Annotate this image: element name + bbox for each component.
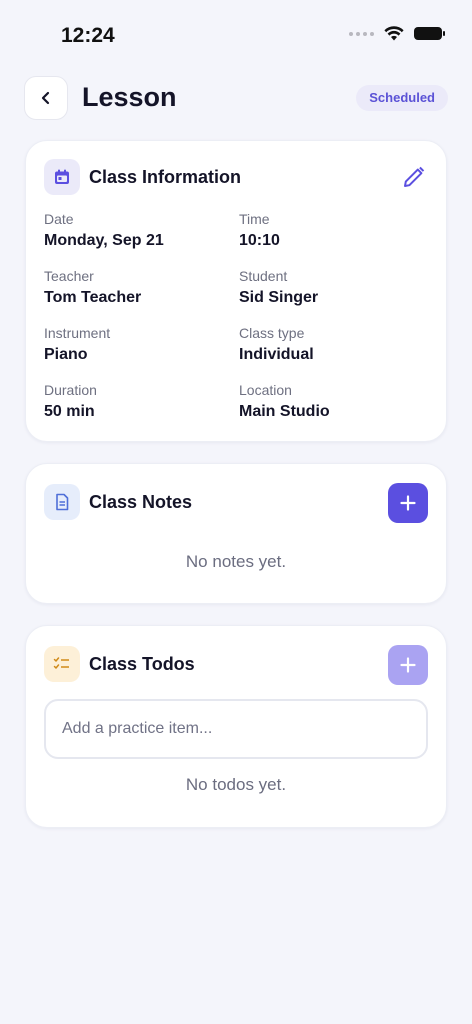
class-notes-card: Class Notes No notes yet. bbox=[25, 463, 447, 604]
info-label: Class type bbox=[239, 325, 305, 341]
info-label: Date bbox=[44, 211, 74, 227]
chevron-left-icon bbox=[41, 91, 50, 105]
wifi-icon bbox=[384, 26, 404, 41]
info-value: Piano bbox=[44, 346, 88, 363]
class-info-grid: Date Monday, Sep 21 Time 10:10 Teacher T… bbox=[44, 211, 430, 421]
card-header: Class Todos bbox=[44, 646, 428, 682]
info-field-teacher: Teacher Tom Teacher bbox=[44, 268, 239, 307]
todos-empty-text: No todos yet. bbox=[185, 775, 287, 794]
info-value: Main Studio bbox=[239, 403, 330, 420]
info-label: Location bbox=[239, 382, 292, 398]
info-label: Instrument bbox=[44, 325, 111, 341]
card-header: Class Notes bbox=[44, 484, 428, 520]
battery-icon bbox=[414, 27, 445, 40]
status-time: 12:24 bbox=[61, 24, 115, 47]
plus-icon bbox=[400, 495, 416, 511]
card-title: Class Todos bbox=[89, 654, 195, 674]
pencil-icon bbox=[404, 166, 425, 187]
checklist-icon bbox=[44, 646, 80, 682]
info-field-duration: Duration 50 min bbox=[44, 382, 239, 421]
notes-empty-text: No notes yet. bbox=[185, 552, 287, 571]
edit-button[interactable] bbox=[402, 165, 426, 189]
back-button[interactable] bbox=[24, 76, 68, 120]
info-field-instrument: Instrument Piano bbox=[44, 325, 239, 364]
signal-icon bbox=[349, 31, 374, 36]
info-value: 10:10 bbox=[239, 232, 280, 249]
plus-icon bbox=[400, 657, 416, 673]
calendar-icon bbox=[44, 159, 80, 195]
page-header: Lesson Scheduled bbox=[24, 76, 448, 120]
info-value: Sid Singer bbox=[239, 289, 319, 306]
document-icon bbox=[44, 484, 80, 520]
card-title: Class Notes bbox=[89, 492, 193, 512]
card-header: Class Information bbox=[44, 159, 428, 195]
info-label: Duration bbox=[44, 382, 97, 398]
info-field-location: Location Main Studio bbox=[239, 382, 430, 421]
info-label: Teacher bbox=[44, 268, 94, 284]
info-field-student: Student Sid Singer bbox=[239, 268, 430, 307]
info-value: Individual bbox=[239, 346, 314, 363]
info-field-time: Time 10:10 bbox=[239, 211, 430, 250]
add-note-button[interactable] bbox=[388, 483, 428, 523]
info-label: Time bbox=[239, 211, 270, 227]
class-todos-card: Class Todos No todos yet. bbox=[25, 625, 447, 828]
info-field-class-type: Class type Individual bbox=[239, 325, 430, 364]
info-value: 50 min bbox=[44, 403, 95, 420]
status-icons bbox=[349, 26, 445, 41]
status-bar: 12:24 bbox=[0, 0, 472, 72]
card-title: Class Information bbox=[89, 167, 242, 187]
add-todo-button[interactable] bbox=[388, 645, 428, 685]
practice-item-input[interactable] bbox=[44, 699, 428, 759]
info-value: Monday, Sep 21 bbox=[44, 232, 164, 249]
info-field-date: Date Monday, Sep 21 bbox=[44, 211, 239, 250]
page-title: Lesson bbox=[82, 82, 177, 112]
class-information-card: Class Information Date Monday, Sep 21 Ti… bbox=[25, 140, 447, 442]
info-label: Student bbox=[239, 268, 288, 284]
status-badge: Scheduled bbox=[356, 85, 448, 111]
info-value: Tom Teacher bbox=[44, 289, 142, 306]
